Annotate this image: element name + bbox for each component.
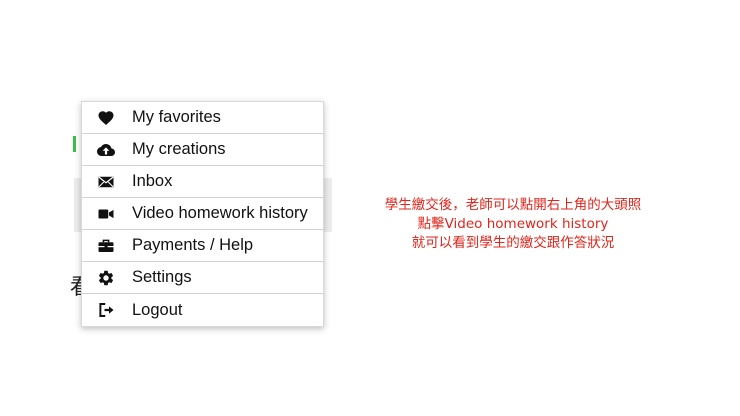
heart-icon (82, 109, 132, 127)
background-accent-mark (73, 136, 76, 152)
briefcase-icon (82, 237, 132, 255)
instruction-annotation: 學生繳交後，老師可以點開右上角的大頭照 點擊Video homework his… (350, 196, 676, 253)
menu-item-label: Video homework history (132, 204, 308, 222)
cloud-upload-icon (82, 141, 132, 159)
menu-item-label: My creations (132, 140, 226, 158)
menu-item-label: Payments / Help (132, 236, 254, 254)
menu-item-label: My favorites (132, 108, 221, 126)
menu-item-label: Settings (132, 268, 192, 286)
menu-item-video-homework-history[interactable]: Video homework history (82, 198, 323, 230)
menu-item-label: Inbox (132, 172, 173, 190)
annotation-line: 學生繳交後，老師可以點開右上角的大頭照 (384, 197, 642, 213)
menu-item-my-favorites[interactable]: My favorites (82, 102, 323, 134)
menu-item-my-creations[interactable]: My creations (82, 134, 323, 166)
annotation-line: 點擊Video homework history (417, 216, 609, 232)
menu-item-logout[interactable]: Logout (82, 294, 323, 326)
envelope-icon (82, 173, 132, 191)
video-camera-icon (82, 205, 132, 223)
sign-out-icon (82, 301, 132, 319)
menu-item-payments-help[interactable]: Payments / Help (82, 230, 323, 262)
menu-item-settings[interactable]: Settings (82, 262, 323, 294)
annotation-line: 就可以看到學生的繳交跟作答狀況 (411, 235, 615, 251)
user-dropdown-menu: My favorites My creations Inbox Video ho… (81, 101, 324, 327)
gear-icon (82, 269, 132, 287)
menu-item-label: Logout (132, 300, 183, 319)
menu-item-inbox[interactable]: Inbox (82, 166, 323, 198)
